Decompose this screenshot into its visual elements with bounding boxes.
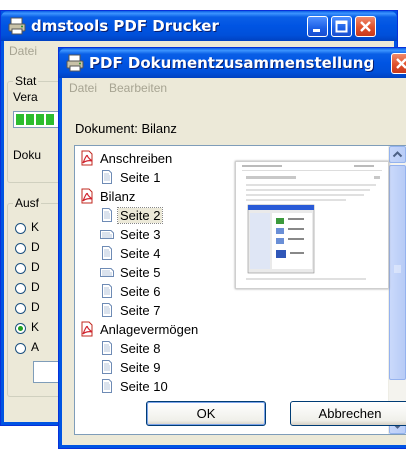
- pdf-file-icon: [81, 321, 93, 337]
- maximize-button[interactable]: [331, 16, 352, 37]
- tree-item-label: Seite 6: [120, 284, 161, 299]
- pdf-file-icon: [81, 188, 93, 204]
- tree-item-label: Seite 4: [120, 246, 161, 261]
- radio-label-4: D: [31, 280, 40, 294]
- printer-window-title: dmstools PDF Drucker: [31, 17, 219, 35]
- page-icon: [102, 341, 112, 355]
- tree-item-label: Seite 7: [120, 303, 161, 318]
- page-icon: [102, 379, 112, 393]
- menu-datei[interactable]: Datei: [9, 44, 37, 58]
- radio-label-6: K: [31, 320, 40, 334]
- menu-bearbeiten[interactable]: Bearbeiten: [109, 81, 167, 95]
- document-label: Dokument: Bilanz: [75, 121, 177, 136]
- document-text: Doku: [13, 148, 42, 162]
- tree-item-label: Seite 9: [120, 360, 161, 375]
- radio-label-2: D: [31, 240, 40, 254]
- scroll-up-button[interactable]: [389, 146, 406, 163]
- radio-option-3[interactable]: [15, 263, 26, 274]
- minimize-icon: [313, 29, 320, 32]
- printer-icon: [8, 17, 26, 35]
- printer-icon: [66, 54, 84, 72]
- page-icon: [102, 170, 112, 184]
- tree-item-label: Bilanz: [100, 189, 136, 204]
- tree-item-label: Seite 10: [120, 379, 168, 394]
- radio-label-5: D: [31, 300, 40, 314]
- minimize-button[interactable]: [307, 16, 328, 37]
- status-group-label: Stat: [13, 74, 39, 88]
- tree-item-label: Seite 8: [120, 341, 161, 356]
- radio-option-2[interactable]: [15, 243, 26, 254]
- tree-item-label: Seite 3: [120, 227, 161, 242]
- radio-option-6[interactable]: [15, 323, 26, 334]
- close-icon: [360, 21, 371, 32]
- radio-option-1[interactable]: [15, 223, 26, 234]
- pdf-compose-window: PDF Dokumentzusammenstellung Datei Bearb…: [58, 47, 406, 449]
- compose-close-button[interactable]: [391, 53, 406, 74]
- tree-page-item[interactable]: Seite 7: [75, 301, 385, 320]
- output-group-label: Ausf: [13, 196, 42, 210]
- printer-titlebar[interactable]: dmstools PDF Drucker: [1, 11, 397, 41]
- page-icon: [102, 208, 112, 222]
- tree-item-label: Seite 2: [116, 207, 164, 224]
- tree-scrollbar[interactable]: [388, 146, 406, 434]
- tree-page-item[interactable]: Seite 9: [75, 358, 385, 377]
- tree-item-label: Anschreiben: [100, 151, 173, 166]
- compose-titlebar[interactable]: PDF Dokumentzusammenstellung: [59, 48, 406, 78]
- maximize-icon: [335, 20, 348, 33]
- close-button[interactable]: [355, 16, 376, 37]
- page-icon: [102, 246, 112, 260]
- tree-page-item[interactable]: Seite 8: [75, 339, 385, 358]
- close-icon: [396, 58, 406, 69]
- compose-menubar: Datei Bearbeiten: [63, 78, 406, 98]
- compose-window-title: PDF Dokumentzusammenstellung: [89, 54, 375, 72]
- radio-label-3: D: [31, 260, 40, 274]
- cancel-button[interactable]: Abbrechen: [290, 401, 406, 426]
- tree-item-label: Anlagevermögen: [100, 322, 199, 337]
- tree-page-item[interactable]: Seite 10: [75, 377, 385, 396]
- status-text: Vera: [13, 90, 38, 104]
- tree-item-label: Seite 5: [120, 265, 161, 280]
- chevron-up-icon: [392, 151, 403, 158]
- page-preview: [235, 161, 389, 289]
- radio-option-4[interactable]: [15, 283, 26, 294]
- landscape-page-icon: [100, 230, 114, 239]
- radio-option-7[interactable]: [15, 343, 26, 354]
- radio-label-1: K: [31, 220, 40, 234]
- page-icon: [102, 360, 112, 374]
- radio-option-5[interactable]: [15, 303, 26, 314]
- radio-label-7: A: [31, 340, 40, 354]
- landscape-page-icon: [100, 268, 114, 277]
- menu-datei[interactable]: Datei: [69, 81, 97, 95]
- page-preview-image: [236, 162, 388, 288]
- page-icon: [102, 284, 112, 298]
- ok-button[interactable]: OK: [146, 401, 266, 426]
- tree-document-item[interactable]: Anlagevermögen: [75, 320, 385, 339]
- page-icon: [102, 303, 112, 317]
- scroll-thumb[interactable]: [389, 165, 406, 380]
- tree-item-label: Seite 1: [120, 170, 161, 185]
- pdf-file-icon: [81, 150, 93, 166]
- grip-icon: [394, 265, 401, 273]
